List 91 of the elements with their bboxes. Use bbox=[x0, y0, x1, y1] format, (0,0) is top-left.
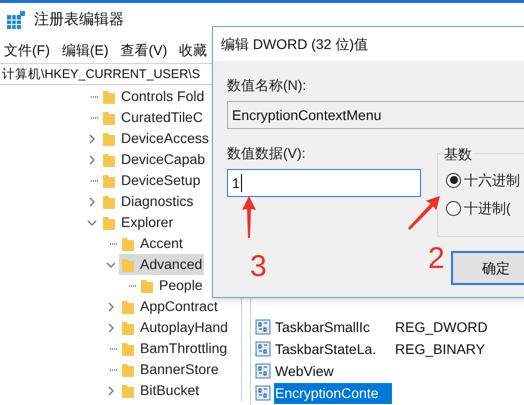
chevron-right-icon[interactable] bbox=[106, 386, 116, 396]
tree-item[interactable]: Accent bbox=[119, 233, 185, 254]
tree-item-label: People bbox=[159, 276, 203, 295]
chevron-right-icon[interactable] bbox=[106, 302, 116, 312]
menu-item[interactable]: 文件(F) bbox=[4, 40, 50, 60]
tree-item[interactable]: CuratedTileC bbox=[100, 107, 205, 128]
menu-item[interactable]: 收藏 bbox=[179, 40, 208, 60]
folder-icon bbox=[102, 172, 116, 188]
field-label: 数值名称(N): bbox=[227, 76, 306, 95]
field-label: 数值数据(V): bbox=[227, 144, 306, 163]
radio-button[interactable] bbox=[446, 200, 461, 216]
folder-icon bbox=[102, 88, 116, 104]
step-number: 3 bbox=[250, 252, 267, 282]
tree-item[interactable]: Advanced bbox=[119, 254, 204, 275]
folder-icon bbox=[121, 362, 135, 378]
radio-label: 十进制( bbox=[464, 198, 511, 218]
step-number: 2 bbox=[428, 244, 445, 274]
folder-icon bbox=[102, 110, 116, 126]
tree-connector-icon bbox=[91, 180, 99, 182]
tree-item-label: Accent bbox=[140, 234, 183, 253]
tree-connector-icon bbox=[110, 368, 118, 370]
value-type: REG_BINARY bbox=[395, 340, 485, 359]
chevron-right-icon[interactable] bbox=[87, 196, 97, 206]
tree-connector-icon bbox=[129, 284, 137, 286]
registry-icon bbox=[6, 10, 26, 30]
tree-item[interactable]: Explorer bbox=[100, 212, 176, 233]
tree-item[interactable]: AutoplayHand bbox=[119, 317, 230, 338]
chevron-right-icon[interactable] bbox=[87, 154, 97, 164]
folder-icon bbox=[121, 320, 135, 336]
tree-item[interactable]: Diagnostics bbox=[100, 191, 196, 212]
tree-item-label: BamThrottling bbox=[140, 339, 228, 358]
value-name-field[interactable]: EncryptionContextMenu bbox=[227, 101, 524, 129]
chevron-down-icon[interactable] bbox=[87, 218, 97, 228]
binary-value-icon bbox=[255, 385, 271, 401]
tree-item-label: CuratedTileC bbox=[121, 108, 203, 127]
binary-value-icon bbox=[255, 319, 271, 335]
tree-item-label: BitBucket bbox=[140, 381, 200, 400]
binary-value-icon bbox=[255, 363, 271, 379]
folder-icon bbox=[140, 278, 154, 294]
tree-connector-icon bbox=[110, 348, 118, 350]
folder-icon bbox=[102, 214, 116, 230]
tree-item[interactable]: BannerStore bbox=[119, 359, 221, 380]
tree-item[interactable]: People bbox=[138, 275, 205, 296]
folder-icon bbox=[102, 152, 116, 168]
tree-item-label: BannerStore bbox=[140, 360, 219, 379]
value-name[interactable]: WebView bbox=[274, 360, 392, 382]
folder-icon bbox=[102, 194, 116, 210]
tree-item-label: DeviceAccess bbox=[121, 129, 209, 148]
menu-item[interactable]: 编辑(E) bbox=[62, 40, 109, 60]
menu-item[interactable]: 查看(V) bbox=[120, 40, 168, 60]
chevron-right-icon[interactable] bbox=[106, 322, 116, 332]
tree-item-label: Diagnostics bbox=[121, 192, 194, 211]
tree-item-label: AutoplayHand bbox=[140, 318, 228, 337]
tree-connector-icon bbox=[91, 116, 99, 118]
folder-icon bbox=[102, 130, 116, 146]
value-data-field[interactable]: 1 bbox=[227, 169, 421, 197]
arrow-drawing bbox=[408, 196, 440, 230]
tree-item[interactable]: AppContract bbox=[119, 296, 220, 317]
tree-item[interactable]: BamThrottling bbox=[119, 338, 230, 359]
tree-item-label: Controls Fold bbox=[121, 87, 204, 106]
value-name[interactable]: TaskbarStateLa. bbox=[274, 338, 392, 360]
chevron-right-icon[interactable] bbox=[87, 134, 97, 144]
value-name[interactable]: TaskbarSmallIc bbox=[274, 316, 392, 338]
tree-item-label: DeviceCapab bbox=[121, 150, 206, 169]
dialog-title: 编辑 DWORD (32 位)值 bbox=[221, 34, 368, 54]
tree-item-label: Advanced bbox=[140, 255, 202, 274]
folder-icon bbox=[121, 340, 135, 356]
folder-icon bbox=[121, 256, 135, 272]
window-title: 注册表编辑器 bbox=[34, 10, 124, 30]
tree-item[interactable]: DeviceCapab bbox=[100, 149, 208, 170]
binary-value-icon bbox=[255, 341, 271, 357]
folder-icon bbox=[121, 298, 135, 314]
tree-item-label: AppContract bbox=[140, 297, 218, 316]
folder-icon bbox=[121, 382, 135, 398]
tree-connector-icon bbox=[110, 242, 118, 244]
value-name[interactable]: EncryptionConte bbox=[274, 382, 392, 404]
radio-button[interactable] bbox=[446, 172, 461, 188]
tree-item[interactable]: Controls Fold bbox=[100, 86, 206, 107]
arrow-drawing bbox=[240, 196, 258, 238]
radio-label: 十六进制 bbox=[464, 170, 520, 190]
tree-connector-icon bbox=[91, 96, 99, 98]
ok-button[interactable]: 确定 bbox=[451, 251, 524, 285]
tree-item[interactable]: DeviceAccess bbox=[100, 128, 211, 149]
tree-item-label: Explorer bbox=[121, 213, 174, 232]
tree-item[interactable]: BitBucket bbox=[119, 380, 202, 401]
chevron-down-icon[interactable] bbox=[106, 260, 116, 270]
tree-item[interactable]: DeviceSetup bbox=[100, 170, 202, 191]
value-type: REG_DWORD bbox=[395, 318, 488, 337]
address-path: 计算机\HKEY_CURRENT_USER\S bbox=[2, 66, 200, 83]
tree-item-label: DeviceSetup bbox=[121, 171, 200, 190]
folder-icon bbox=[121, 236, 135, 252]
